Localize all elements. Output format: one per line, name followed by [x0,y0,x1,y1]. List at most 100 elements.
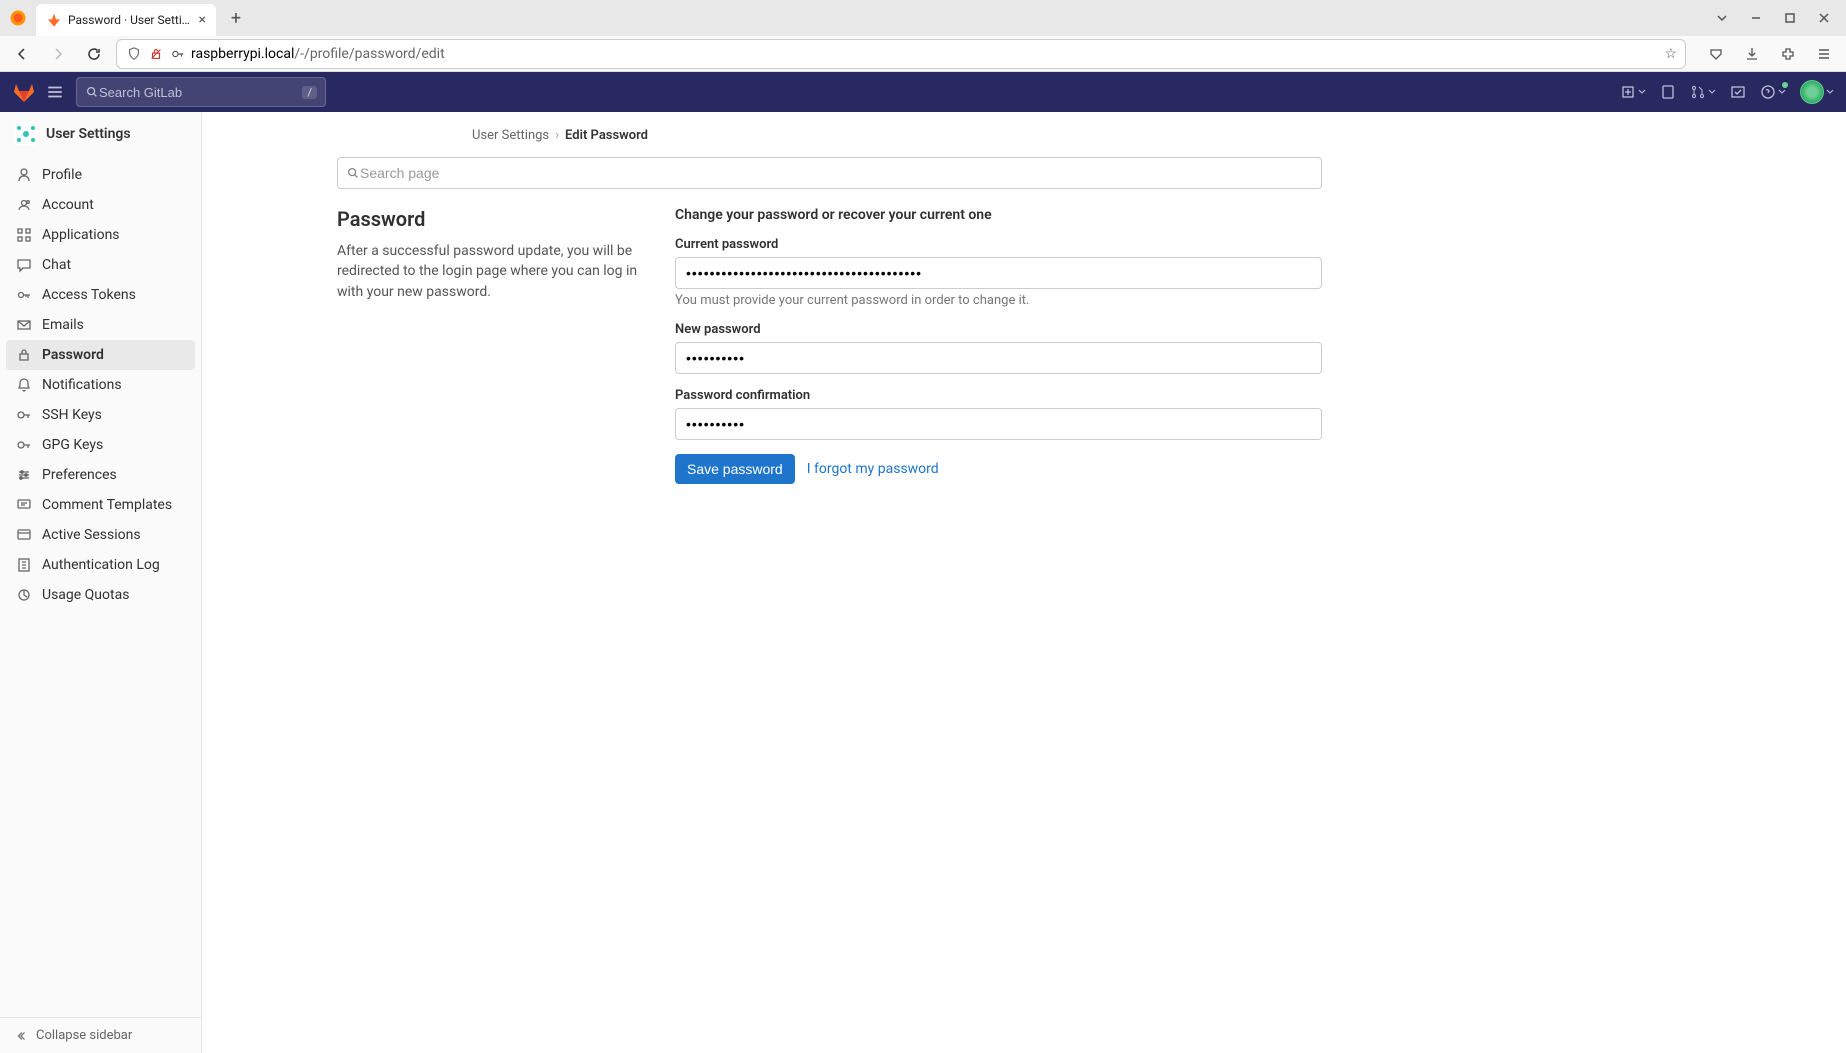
gitlab-search[interactable]: / [76,77,326,107]
current-password-label: Current password [675,237,1322,252]
gitlab-favicon-icon [46,12,62,28]
tabs-dropdown-icon[interactable] [1708,4,1736,32]
forgot-password-link[interactable]: I forgot my password [807,461,939,477]
tab-title: Password · User Settings [68,13,193,27]
reload-button[interactable] [80,40,108,68]
gitlab-topbar: / [0,72,1846,112]
issues-icon[interactable] [1660,84,1676,100]
confirm-password-label: Password confirmation [675,388,1322,403]
quota-icon [16,587,32,603]
confirm-password-input[interactable] [675,408,1322,440]
sidebar-item-label: GPG Keys [42,437,103,453]
lock-icon [16,347,32,363]
token-icon [16,287,32,303]
user-menu-dropdown[interactable] [1800,80,1834,104]
sidebar-header[interactable]: User Settings [0,112,201,156]
sidebar-item-label: Comment Templates [42,497,172,513]
sidebar-item-label: Access Tokens [42,287,136,303]
browser-tab[interactable]: Password · User Settings × [36,4,216,36]
breadcrumb-separator-icon: › [555,128,559,143]
sidebar-item-password[interactable]: Password [6,340,195,370]
downloads-icon[interactable] [1738,40,1766,68]
sliders-icon [16,467,32,483]
breadcrumb-current: Edit Password [565,128,648,143]
sidebar-item-ssh-keys[interactable]: SSH Keys [6,400,195,430]
gitlab-search-input[interactable] [99,85,302,100]
user-icon [16,167,32,183]
session-icon [16,527,32,543]
firefox-logo-icon [0,9,36,27]
help-dropdown[interactable] [1760,84,1786,100]
search-icon [85,85,99,99]
sidebar-item-preferences[interactable]: Preferences [6,460,195,490]
sidebar-item-label: Preferences [42,467,117,483]
page-title: Password [337,207,643,231]
collapse-sidebar-label: Collapse sidebar [36,1028,132,1043]
key-icon [16,437,32,453]
shield-icon [125,47,143,61]
window-minimize-button[interactable] [1742,4,1770,32]
current-password-input[interactable] [675,257,1322,289]
sidebar-item-gpg-keys[interactable]: GPG Keys [6,430,195,460]
sidebar-item-applications[interactable]: Applications [6,220,195,250]
sidebar-item-label: Notifications [42,377,122,393]
sidebar-item-profile[interactable]: Profile [6,160,195,190]
merge-requests-dropdown[interactable] [1690,84,1716,100]
sidebar-item-label: Applications [42,227,120,243]
key-permission-icon [169,47,187,61]
collapse-icon [14,1029,28,1043]
todos-icon[interactable] [1730,84,1746,100]
forward-button[interactable] [44,40,72,68]
sidebar-item-authentication-log[interactable]: Authentication Log [6,550,195,580]
log-icon [16,557,32,573]
app-menu-icon[interactable] [1810,40,1838,68]
search-page-input[interactable] [360,165,1313,181]
create-new-dropdown[interactable] [1620,84,1646,100]
sidebar-item-label: Profile [42,167,82,183]
close-tab-icon[interactable]: × [199,12,206,28]
back-button[interactable] [8,40,36,68]
sidebar-item-label: Usage Quotas [42,587,129,603]
page-description: After a successful password update, you … [337,241,643,302]
apps-icon [16,227,32,243]
sidebar: User Settings Profile Account Applications… [0,112,202,1053]
main-content: User Settings › Edit Password Password A… [202,112,1846,1053]
url-bar[interactable]: raspberrypi.local/-/profile/password/edi… [116,39,1686,69]
sidebar-item-access-tokens[interactable]: Access Tokens [6,280,195,310]
new-password-label: New password [675,322,1322,337]
bookmark-star-icon[interactable]: ☆ [1664,46,1677,62]
new-tab-button[interactable]: + [222,8,250,29]
search-icon [346,166,360,180]
key-icon [16,407,32,423]
breadcrumbs: User Settings › Edit Password [472,128,1322,157]
sidebar-item-emails[interactable]: Emails [6,310,195,340]
sidebar-item-account[interactable]: Account [6,190,195,220]
bell-icon [16,377,32,393]
url-text: raspberrypi.local/-/profile/password/edi… [191,46,1664,62]
save-password-button[interactable]: Save password [675,454,795,484]
sidebar-header-label: User Settings [46,126,131,142]
new-password-input[interactable] [675,342,1322,374]
sidebar-item-label: Authentication Log [42,557,160,573]
collapse-sidebar-button[interactable]: Collapse sidebar [0,1018,201,1053]
form-title: Change your password or recover your cur… [675,207,1322,223]
sidebar-item-notifications[interactable]: Notifications [6,370,195,400]
chat-icon [16,257,32,273]
breadcrumb-root[interactable]: User Settings [472,128,549,143]
sidebar-item-chat[interactable]: Chat [6,250,195,280]
gitlab-logo-icon[interactable] [12,80,36,104]
hamburger-menu-icon[interactable] [46,83,66,101]
extensions-icon[interactable] [1774,40,1802,68]
sidebar-item-label: Chat [42,257,71,273]
window-close-button[interactable] [1810,4,1838,32]
pocket-icon[interactable] [1702,40,1730,68]
window-maximize-button[interactable] [1776,4,1804,32]
sidebar-item-comment-templates[interactable]: Comment Templates [6,490,195,520]
comment-icon [16,497,32,513]
browser-toolbar: raspberrypi.local/-/profile/password/edi… [0,36,1846,72]
lock-insecure-icon [147,47,165,61]
sidebar-item-active-sessions[interactable]: Active Sessions [6,520,195,550]
search-page-box[interactable] [337,157,1322,189]
sidebar-item-label: Password [42,347,104,363]
sidebar-item-usage-quotas[interactable]: Usage Quotas [6,580,195,610]
